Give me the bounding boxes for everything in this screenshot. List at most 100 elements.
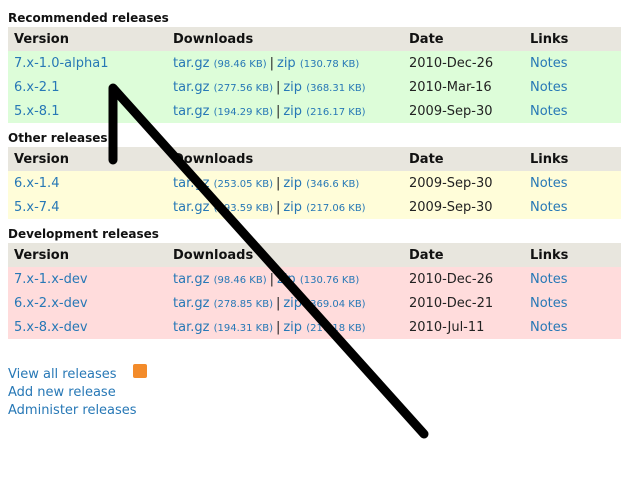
separator: |	[275, 199, 281, 215]
add-new-release-link[interactable]: Add new release	[8, 385, 116, 400]
targz-size: (278.85 KB)	[213, 298, 273, 310]
version-link[interactable]: 5.x-8.x-dev	[14, 320, 88, 335]
version-cell: 6.x-1.4	[8, 171, 167, 195]
column-header: Links	[524, 147, 621, 171]
separator: |	[275, 295, 281, 311]
zip-download-link[interactable]: zip (216.18 KB)	[283, 320, 365, 335]
version-link[interactable]: 6.x-2.1	[14, 80, 59, 95]
zip-label: zip	[283, 199, 303, 215]
zip-download-link[interactable]: zip (217.06 KB)	[283, 200, 365, 215]
table-row: 6.x-2.1 tar.gz (277.56 KB) | zip (368.31 KB…	[8, 75, 621, 99]
zip-download-link[interactable]: zip (130.78 KB)	[277, 56, 359, 71]
targz-label: tar.gz	[173, 271, 210, 287]
targz-label: tar.gz	[173, 319, 210, 335]
release-date: 2010-Jul-11	[403, 315, 524, 339]
table-header-row: Version Downloads Date Links	[8, 147, 621, 171]
links-cell: Notes	[524, 99, 621, 123]
targz-download-link[interactable]: tar.gz (98.46 KB)	[173, 272, 267, 287]
section-title: Recommended releases	[8, 11, 169, 25]
table-row: 5.x-8.x-dev tar.gz (194.31 KB) | zip (216.1…	[8, 315, 621, 339]
column-header: Downloads	[167, 147, 403, 171]
zip-size: (217.06 KB)	[306, 202, 366, 214]
release-notes-link[interactable]: Notes	[530, 56, 568, 71]
release-notes-link[interactable]: Notes	[530, 200, 568, 215]
releases-table: Version Downloads Date Links 7.x-1.x-dev tar.…	[8, 243, 621, 339]
downloads-cell: tar.gz (277.56 KB) | zip (368.31 KB)	[167, 75, 403, 99]
table-row: 7.x-1.0-alpha1 tar.gz (98.46 KB) | zip (130…	[8, 51, 621, 75]
section-title: Development releases	[8, 227, 159, 241]
column-header: Date	[403, 243, 524, 267]
table-header-row: Version Downloads Date Links	[8, 27, 621, 51]
table-row: 5.x-7.4 tar.gz (193.59 KB) | zip (217.06 KB…	[8, 195, 621, 219]
zip-download-link[interactable]: zip (216.17 KB)	[283, 104, 365, 119]
release-notes-link[interactable]: Notes	[530, 296, 568, 311]
zip-download-link[interactable]: zip (368.31 KB)	[283, 80, 365, 95]
column-header: Links	[524, 27, 621, 51]
release-notes-link[interactable]: Notes	[530, 176, 568, 191]
zip-label: zip	[283, 103, 303, 119]
zip-label: zip	[277, 55, 296, 71]
targz-label: tar.gz	[173, 79, 210, 95]
version-cell: 5.x-8.1	[8, 99, 167, 123]
version-cell: 5.x-7.4	[8, 195, 167, 219]
zip-download-link[interactable]: zip (369.04 KB)	[283, 296, 365, 311]
releases-table: Version Downloads Date Links 6.x-1.4 tar.gz (…	[8, 147, 621, 219]
section-title: Other releases	[8, 131, 108, 145]
release-notes-link[interactable]: Notes	[530, 80, 568, 95]
zip-label: zip	[283, 295, 303, 311]
version-link[interactable]: 5.x-8.1	[14, 104, 59, 119]
links-cell: Notes	[524, 267, 621, 291]
version-link[interactable]: 6.x-1.4	[14, 176, 59, 191]
release-date: 2010-Dec-26	[403, 51, 524, 75]
links-cell: Notes	[524, 51, 621, 75]
column-header: Downloads	[167, 243, 403, 267]
targz-label: tar.gz	[173, 199, 210, 215]
column-header: Date	[403, 27, 524, 51]
version-link[interactable]: 5.x-7.4	[14, 200, 59, 215]
version-cell: 7.x-1.0-alpha1	[8, 51, 167, 75]
links-cell: Notes	[524, 291, 621, 315]
table-row: 7.x-1.x-dev tar.gz (98.46 KB) | zip (130.76…	[8, 267, 621, 291]
targz-size: (194.29 KB)	[213, 106, 273, 118]
separator: |	[269, 55, 274, 71]
column-header: Links	[524, 243, 621, 267]
targz-download-link[interactable]: tar.gz (98.46 KB)	[173, 56, 267, 71]
release-actions: View all releases Add new release Admini…	[8, 363, 147, 420]
targz-size: (277.56 KB)	[213, 82, 273, 94]
zip-label: zip	[283, 175, 303, 191]
targz-download-link[interactable]: tar.gz (278.85 KB)	[173, 296, 273, 311]
version-link[interactable]: 7.x-1.x-dev	[14, 272, 88, 287]
zip-download-link[interactable]: zip (346.6 KB)	[283, 176, 359, 191]
separator: |	[275, 319, 281, 335]
version-link[interactable]: 7.x-1.0-alpha1	[14, 56, 108, 71]
column-header: Version	[8, 27, 167, 51]
targz-label: tar.gz	[173, 295, 210, 311]
administer-releases-link[interactable]: Administer releases	[8, 403, 137, 418]
version-cell: 5.x-8.x-dev	[8, 315, 167, 339]
downloads-cell: tar.gz (98.46 KB) | zip (130.78 KB)	[167, 51, 403, 75]
targz-size: (253.05 KB)	[213, 178, 273, 190]
separator: |	[275, 103, 281, 119]
version-link[interactable]: 6.x-2.x-dev	[14, 296, 88, 311]
zip-size: (130.76 KB)	[299, 274, 360, 286]
zip-download-link[interactable]: zip (130.76 KB)	[277, 272, 359, 287]
rss-feed-icon[interactable]	[132, 363, 147, 378]
version-cell: 7.x-1.x-dev	[8, 267, 167, 291]
targz-download-link[interactable]: tar.gz (194.31 KB)	[173, 320, 273, 335]
separator: |	[275, 175, 281, 191]
releases-table: Version Downloads Date Links 7.x-1.0-alpha1 t…	[8, 27, 621, 123]
view-all-releases-link[interactable]: View all releases	[8, 367, 116, 382]
targz-download-link[interactable]: tar.gz (253.05 KB)	[173, 176, 273, 191]
targz-label: tar.gz	[173, 103, 210, 119]
zip-label: zip	[283, 319, 303, 335]
zip-size: (216.18 KB)	[306, 322, 366, 334]
release-notes-link[interactable]: Notes	[530, 104, 568, 119]
column-header: Version	[8, 147, 167, 171]
release-notes-link[interactable]: Notes	[530, 320, 568, 335]
release-notes-link[interactable]: Notes	[530, 272, 568, 287]
targz-download-link[interactable]: tar.gz (277.56 KB)	[173, 80, 273, 95]
downloads-cell: tar.gz (253.05 KB) | zip (346.6 KB)	[167, 171, 403, 195]
release-date: 2009-Sep-30	[403, 195, 524, 219]
targz-download-link[interactable]: tar.gz (193.59 KB)	[173, 200, 273, 215]
targz-download-link[interactable]: tar.gz (194.29 KB)	[173, 104, 273, 119]
